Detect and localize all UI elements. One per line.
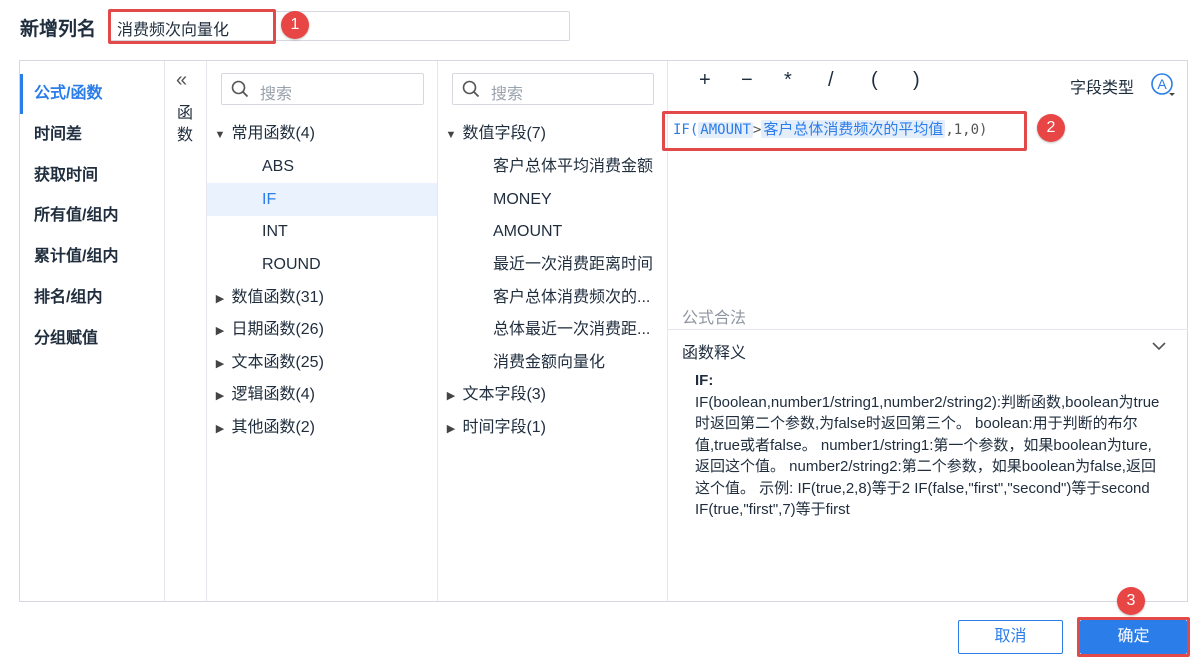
category-cumulative[interactable]: 累计值/组内 [20,237,164,277]
collapse-strip: « 函数 [164,61,206,601]
function-vertical-label: 函数 [176,105,193,144]
category-rank[interactable]: 排名/组内 [20,278,164,318]
search-placeholder: 搜索 [260,86,293,103]
field-item[interactable]: 最近一次消费距离时间 [493,248,663,281]
field-item[interactable]: 总体最近一次消费距... [493,313,663,346]
function-explain-name: IF: [695,372,714,389]
category-all-values[interactable]: 所有值/组内 [20,196,164,236]
divider [668,329,1188,330]
formula-editor: + − * / ( ) 字段类型 A IF(AMOUNT > 客户总体消费频次的平均… [662,61,1188,601]
tree-group-numeric[interactable]: ▶ 数值函数(31) [207,281,324,314]
caret-right-icon: ▶ [215,423,225,435]
tree-group-label: 数值函数(31) [231,289,324,306]
category-formula-function[interactable]: 公式/函数 [20,74,164,114]
search-icon [231,80,249,98]
minus-button[interactable]: − [741,69,753,92]
tree-group-label: 逻辑函数(4) [231,386,316,403]
tree-group-label: 文本函数(25) [231,354,324,371]
caret-right-icon: ▶ [215,358,225,370]
callout-badge-1: 1 [281,11,309,39]
caret-right-icon: ▶ [215,325,225,337]
tree-group-label: 数值字段(7) [462,125,547,142]
caret-right-icon: ▶ [215,293,225,305]
field-item[interactable]: MONEY [493,183,663,216]
function-explain-title: 函数释义 [682,345,747,362]
function-item-abs[interactable]: ABS [207,150,437,183]
callout-badge-3: 3 [1117,587,1145,615]
chevron-down-icon[interactable] [1150,337,1168,355]
highlight-box-1 [108,9,276,44]
tree-group-label: 日期函数(26) [231,321,324,338]
tree-group-time-fields[interactable]: ▶ 时间字段(1) [438,411,546,444]
function-item-round[interactable]: ROUND [207,248,437,281]
tree-group-date[interactable]: ▶ 日期函数(26) [207,313,324,346]
dialog-title: 新增列名 [20,19,97,40]
search-icon [462,80,480,98]
tree-group-text[interactable]: ▶ 文本函数(25) [207,346,324,379]
field-item[interactable]: 消费金额向量化 [493,346,663,379]
function-item-int[interactable]: INT [207,215,437,248]
letter-a-circle-icon[interactable]: A [1150,72,1176,98]
right-paren-button[interactable]: ) [913,69,920,92]
search-placeholder: 搜索 [491,86,524,103]
highlight-box-3 [1077,617,1190,657]
tree-group-label: 时间字段(1) [462,419,547,436]
category-time-diff[interactable]: 时间差 [20,115,164,155]
cancel-button[interactable]: 取消 [958,620,1063,654]
tree-group-label: 其他函数(2) [231,419,316,436]
tree-group-logic[interactable]: ▶ 逻辑函数(4) [207,378,315,411]
function-panel: 搜索 ▼ 常用函数(4) ABS IF INT ROUND ▶ 数值函数(31)… [206,61,437,601]
svg-text:A: A [1157,76,1167,92]
formula-valid-status: 公式合法 [682,310,747,327]
caret-right-icon: ▶ [215,390,225,402]
caret-right-icon: ▶ [446,390,456,402]
tree-group-label: 文本字段(3) [462,386,547,403]
field-item[interactable]: AMOUNT [493,215,663,248]
tree-group-label: 常用函数(4) [231,125,316,142]
function-item-if[interactable]: IF [207,183,437,216]
category-nav: 公式/函数 时间差 获取时间 所有值/组内 累计值/组内 排名/组内 分组赋值 [20,61,164,601]
divide-button[interactable]: / [828,69,834,92]
function-explain-text: IF(boolean,number1/string1,number2/strin… [695,393,1160,519]
double-chevron-left-icon[interactable]: « [176,69,187,92]
field-type-label: 字段类型 [1070,80,1135,97]
caret-right-icon: ▶ [446,423,456,435]
category-get-time[interactable]: 获取时间 [20,156,164,196]
plus-button[interactable]: + [699,69,711,92]
function-explain-body: IF: IF(boolean,number1/string1,number2/s… [695,370,1165,521]
field-search-input[interactable]: 搜索 [452,73,654,105]
caret-down-icon: ▼ [445,129,457,141]
field-item[interactable]: 客户总体平均消费金额 [493,150,663,183]
category-group-assign[interactable]: 分组赋值 [20,319,164,359]
tree-group-text-fields[interactable]: ▶ 文本字段(3) [438,378,546,411]
function-search-input[interactable]: 搜索 [221,73,424,105]
tree-group-numeric-fields[interactable]: ▼ 数值字段(7) [438,117,546,150]
field-item[interactable]: 客户总体消费频次的... [493,281,663,314]
tree-group-common[interactable]: ▼ 常用函数(4) [207,117,437,150]
field-panel: 搜索 ▼ 数值字段(7) 客户总体平均消费金额 MONEY AMOUNT 最近一… [437,61,667,601]
multiply-button[interactable]: * [784,69,792,92]
caret-down-icon: ▼ [214,129,226,141]
highlight-box-2 [662,111,1027,151]
callout-badge-2: 2 [1037,114,1065,142]
left-paren-button[interactable]: ( [871,69,878,92]
tree-group-other[interactable]: ▶ 其他函数(2) [207,411,315,444]
